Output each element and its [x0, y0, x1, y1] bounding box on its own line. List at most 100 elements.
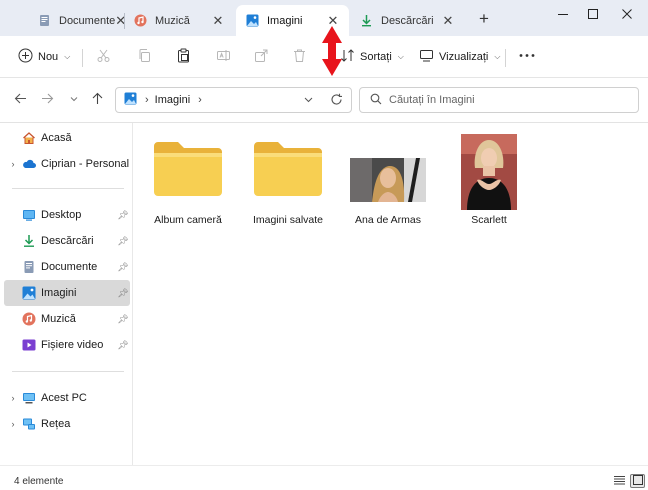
sidebar-item-this-pc[interactable]: › Acest PC	[4, 385, 130, 411]
sidebar-item-label: Descărcări	[41, 235, 94, 247]
sidebar-item-music[interactable]: Muzică 📌︎	[4, 306, 130, 332]
more-options-button[interactable]	[518, 45, 536, 69]
close-tab-icon[interactable]: ✕	[208, 11, 228, 31]
close-tab-icon[interactable]: ✕	[438, 11, 458, 31]
copy-icon	[137, 48, 152, 66]
minimize-button[interactable]	[548, 2, 578, 26]
sort-button[interactable]: Sortați ⌵	[340, 45, 404, 69]
large-icons-view-button[interactable]	[630, 474, 645, 488]
refresh-icon[interactable]	[330, 93, 343, 109]
pictures-icon	[246, 14, 259, 27]
chevron-right-icon: ›	[145, 94, 149, 106]
rename-button[interactable]	[216, 45, 231, 69]
tab-label: Descărcări	[381, 14, 434, 27]
sidebar-divider	[12, 371, 124, 372]
sidebar-item-label: Fișiere video	[41, 339, 104, 351]
address-row: › Imagini ›	[0, 78, 648, 123]
sidebar-item-downloads[interactable]: Descărcări 📌︎	[4, 228, 130, 254]
details-view-button[interactable]	[612, 474, 627, 488]
folder-item[interactable]: Imagini salvate	[240, 129, 336, 229]
downloads-icon	[360, 14, 373, 27]
onedrive-cloud-icon	[22, 157, 36, 171]
chevron-right-icon[interactable]: ›	[198, 94, 202, 106]
downloads-icon	[22, 234, 36, 248]
sidebar-item-label: Desktop	[41, 209, 82, 221]
folder-icon	[140, 129, 236, 209]
pin-icon[interactable]: 📌︎	[116, 288, 130, 299]
tab-label: Documente	[59, 14, 116, 27]
pin-icon[interactable]: 📌︎	[116, 210, 130, 221]
pin-icon[interactable]: 📌︎	[116, 262, 130, 273]
status-bar: 4 elemente	[0, 465, 648, 490]
videos-icon	[22, 338, 36, 352]
clipboard-icon	[176, 48, 191, 66]
toolbar-separator	[505, 49, 506, 67]
pin-icon[interactable]: 📌︎	[116, 236, 130, 247]
share-button[interactable]	[254, 45, 269, 69]
close-window-button[interactable]	[612, 2, 642, 26]
sort-label: Sortați	[360, 51, 392, 63]
new-tab-button[interactable]: +	[472, 9, 496, 31]
chevron-down-icon: ⌵	[397, 52, 404, 61]
tab-documente[interactable]: Documente ✕	[28, 5, 126, 36]
copy-button[interactable]	[137, 45, 152, 69]
sidebar-item-label: Ciprian - Personal	[41, 158, 130, 170]
folder-item[interactable]: Album cameră	[140, 129, 236, 229]
pin-icon[interactable]: 📌︎	[116, 314, 130, 325]
sidebar-item-label: Documente	[41, 261, 98, 273]
address-bar[interactable]: › Imagini ›	[115, 87, 352, 113]
arrow-left-icon	[14, 92, 27, 108]
details-list-icon	[614, 475, 625, 488]
home-icon	[22, 131, 36, 145]
documents-icon	[22, 260, 36, 274]
tab-descarcari[interactable]: Descărcări ✕	[350, 5, 464, 36]
sidebar-item-desktop[interactable]: Desktop 📌︎	[4, 202, 130, 228]
chevron-right-icon[interactable]: ›	[4, 419, 22, 429]
rename-icon	[216, 48, 231, 66]
search-icon	[370, 93, 382, 108]
delete-button[interactable]	[292, 45, 307, 69]
sidebar-item-onedrive[interactable]: › Ciprian - Personal	[4, 151, 130, 177]
forward-button[interactable]	[37, 90, 57, 110]
breadcrumb-imagini[interactable]: Imagini	[155, 94, 190, 106]
chevron-down-icon: ⌵	[494, 52, 501, 61]
search-input[interactable]	[389, 94, 619, 106]
red-annotation-arrow	[322, 26, 342, 76]
file-view: Album cameră Imagini salvate Ana de Arma	[134, 123, 648, 465]
sidebar-item-pictures[interactable]: Imagini 📌︎	[4, 280, 130, 306]
search-box[interactable]	[359, 87, 639, 113]
pin-icon[interactable]: 📌︎	[116, 340, 130, 351]
chevron-right-icon[interactable]: ›	[4, 393, 22, 403]
view-button[interactable]: Vizualizați ⌵	[419, 45, 500, 69]
paste-button[interactable]	[176, 45, 191, 69]
sidebar-item-network[interactable]: › Rețea	[4, 411, 130, 437]
tab-label: Imagini	[267, 14, 303, 27]
address-dropdown-icon[interactable]	[303, 94, 314, 108]
new-button[interactable]: Nou ⌵	[18, 45, 70, 69]
new-label: Nou	[38, 51, 59, 63]
cut-button[interactable]	[96, 45, 111, 69]
tab-label: Muzică	[155, 14, 190, 27]
image-item[interactable]: Ana de Armas	[340, 129, 436, 229]
sidebar-divider	[12, 188, 124, 189]
sidebar-item-label: Acest PC	[41, 392, 87, 404]
music-icon	[22, 312, 36, 326]
chevron-right-icon[interactable]: ›	[4, 159, 22, 169]
up-button[interactable]	[87, 90, 107, 110]
sidebar-item-home[interactable]: Acasă	[4, 125, 130, 151]
sidebar-item-videos[interactable]: Fișiere video 📌︎	[4, 332, 130, 358]
file-name: Ana de Armas	[355, 214, 421, 226]
navigation-pane: Acasă › Ciprian - Personal Desktop 📌︎ De…	[0, 123, 133, 465]
file-name: Scarlett	[471, 214, 507, 226]
pictures-icon	[124, 92, 137, 108]
tab-muzica[interactable]: Muzică ✕	[124, 5, 234, 36]
more-dots-icon	[518, 48, 536, 66]
chevron-down-icon	[69, 94, 79, 107]
trash-icon	[292, 48, 307, 66]
image-item[interactable]: Scarlett	[441, 129, 537, 229]
expand-history-button[interactable]	[64, 90, 84, 110]
sidebar-item-label: Acasă	[41, 132, 72, 144]
sidebar-item-documents[interactable]: Documente 📌︎	[4, 254, 130, 280]
back-button[interactable]	[10, 90, 30, 110]
maximize-button[interactable]	[578, 2, 608, 26]
